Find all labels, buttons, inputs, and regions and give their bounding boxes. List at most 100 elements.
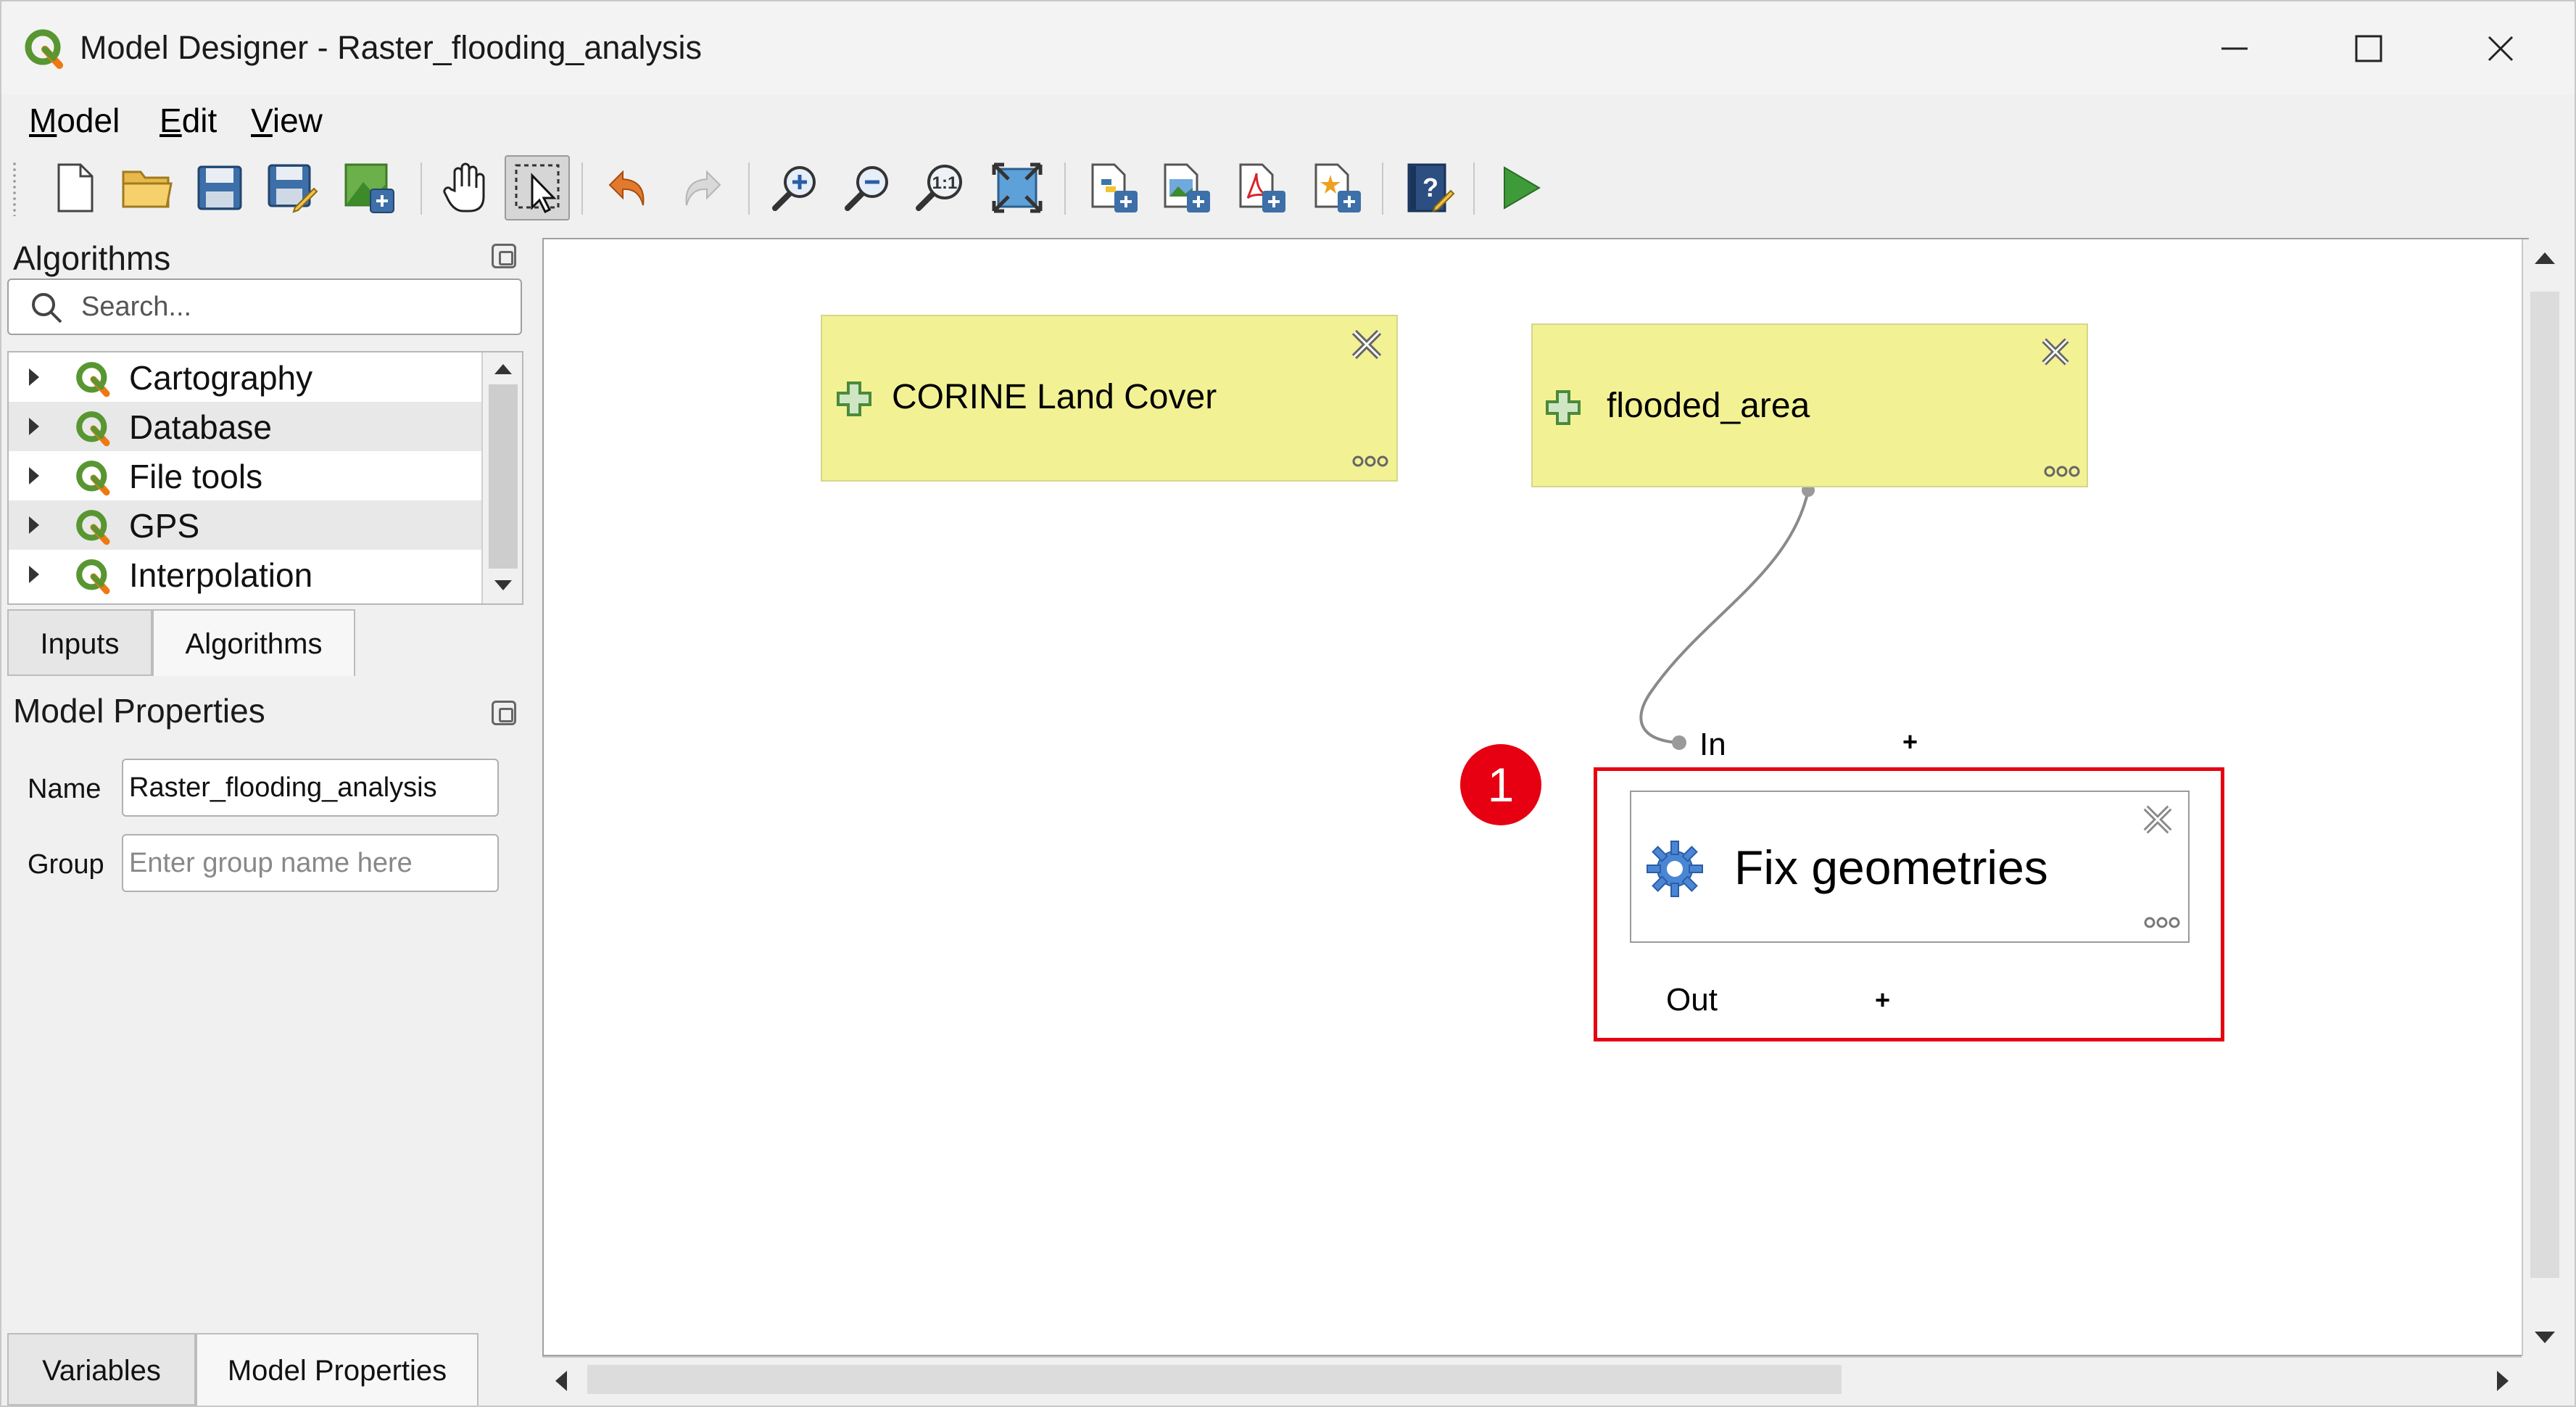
zoom-full-button[interactable]	[985, 155, 1050, 220]
menu-view[interactable]: View	[251, 100, 323, 141]
tab-variables[interactable]: Variables	[7, 1333, 196, 1406]
menu-edit[interactable]: Edit	[160, 100, 217, 141]
expand-arrow-icon[interactable]	[29, 566, 39, 583]
select-button[interactable]	[505, 155, 570, 220]
export-image-button[interactable]	[1153, 155, 1218, 220]
zoom-out-icon	[845, 166, 888, 211]
maximize-button[interactable]	[2322, 16, 2416, 81]
tree-scrollbar[interactable]	[481, 352, 522, 603]
scrollbar-thumb[interactable]	[489, 384, 518, 569]
remove-node-icon[interactable]	[1349, 326, 1385, 363]
model-canvas[interactable]: CORINE Land Cover flooded_area In + 1 Fi…	[542, 238, 2529, 1356]
toolbar-separator	[421, 162, 422, 215]
expand-arrow-icon[interactable]	[29, 467, 39, 484]
run-model-button[interactable]	[1488, 155, 1553, 220]
export-python-button[interactable]	[1080, 155, 1146, 220]
new-model-icon	[57, 163, 94, 213]
undo-icon	[608, 170, 645, 206]
menu-bar: Model Edit View	[1, 94, 2575, 145]
remove-node-icon[interactable]	[2039, 335, 2072, 368]
tab-model-properties[interactable]: Model Properties	[196, 1333, 479, 1406]
save-model-button[interactable]	[187, 155, 252, 220]
save-model-icon	[197, 165, 242, 210]
tree-item-label: Interpolation	[129, 556, 313, 594]
menu-model[interactable]: Model	[29, 100, 120, 141]
save-in-project-button[interactable]	[336, 155, 402, 220]
search-input[interactable]	[81, 289, 502, 325]
open-model-button[interactable]	[115, 155, 180, 220]
zoom-in-button[interactable]	[763, 155, 828, 220]
expand-arrow-icon[interactable]	[29, 368, 39, 386]
toolbar-separator	[748, 162, 750, 215]
qgis-provider-icon	[76, 461, 110, 496]
help-icon: ?	[1407, 163, 1455, 213]
input-plus-icon	[1546, 390, 1581, 425]
tree-item-gps[interactable]: GPS	[9, 500, 481, 550]
expand-arrow-icon[interactable]	[29, 516, 39, 534]
remove-node-icon[interactable]	[2140, 802, 2175, 837]
algorithm-node-fix-geometries[interactable]: Fix geometries	[1630, 791, 2190, 943]
tab-inputs[interactable]: Inputs	[7, 609, 152, 676]
node-options-icon[interactable]	[2143, 915, 2181, 930]
pan-button[interactable]	[432, 155, 497, 220]
close-button[interactable]	[2453, 16, 2548, 81]
add-input-plus-icon[interactable]: +	[1902, 727, 1918, 757]
new-model-button[interactable]	[42, 155, 107, 220]
tree-item-label: Database	[129, 408, 272, 446]
scroll-down-icon[interactable]	[2533, 1330, 2556, 1345]
input-node-flooded-area[interactable]: flooded_area	[1531, 323, 2088, 487]
zoom-out-button[interactable]	[835, 155, 900, 220]
scroll-left-icon[interactable]	[554, 1369, 568, 1392]
tree-item-cartography[interactable]: Cartography	[9, 352, 481, 402]
float-panel-icon[interactable]	[492, 701, 516, 725]
expand-arrow-icon[interactable]	[29, 418, 39, 435]
toolbar-separator	[581, 162, 583, 215]
title-bar: Model Designer - Raster_flooding_analysi…	[1, 1, 2575, 94]
tab-algorithms[interactable]: Algorithms	[152, 609, 355, 676]
tree-item-file-tools[interactable]: File tools	[9, 451, 481, 500]
help-button[interactable]: ?	[1396, 155, 1462, 220]
model-properties-title: Model Properties	[13, 692, 265, 730]
float-panel-icon[interactable]	[492, 244, 516, 268]
maximize-icon	[2355, 35, 2382, 62]
algorithm-node-label: Fix geometries	[1734, 841, 2048, 894]
pan-icon	[443, 162, 485, 213]
export-pdf-button[interactable]	[1228, 155, 1293, 220]
node-options-icon[interactable]	[2043, 464, 2081, 479]
minimize-icon	[2221, 47, 2248, 50]
minimize-button[interactable]	[2187, 16, 2282, 81]
canvas-horizontal-scrollbar[interactable]	[542, 1356, 2522, 1401]
scroll-up-icon[interactable]	[2533, 251, 2556, 265]
node-options-icon[interactable]	[1351, 454, 1389, 469]
scroll-up-icon[interactable]	[493, 363, 513, 376]
window-title: Model Designer - Raster_flooding_analysi…	[80, 29, 702, 66]
zoom-actual-button[interactable]: 1:1	[908, 155, 973, 220]
group-label: Group	[28, 849, 104, 880]
scroll-right-icon[interactable]	[2496, 1369, 2510, 1392]
close-icon	[2488, 36, 2514, 62]
redo-button[interactable]	[668, 155, 734, 220]
model-designer-window: Model Designer - Raster_flooding_analysi…	[0, 0, 2576, 1407]
qgis-provider-icon	[76, 510, 110, 545]
model-name-field[interactable]	[122, 759, 499, 817]
tree-item-database[interactable]: Database	[9, 402, 481, 451]
qgis-provider-icon	[76, 559, 110, 595]
algorithm-tree: Cartography Database File tools GPS Inte	[7, 351, 523, 605]
undo-button[interactable]	[596, 155, 661, 220]
input-node-corine[interactable]: CORINE Land Cover	[821, 315, 1398, 482]
scrollbar-thumb[interactable]	[587, 1365, 1842, 1394]
toolbar-separator	[1473, 162, 1475, 215]
save-as-button[interactable]	[260, 155, 325, 220]
algorithms-panel-title: Algorithms	[13, 239, 171, 277]
model-group-field[interactable]	[122, 834, 499, 892]
toolbar-grip[interactable]	[12, 161, 17, 216]
add-output-plus-icon[interactable]: +	[1875, 985, 1890, 1015]
export-svg-button[interactable]	[1304, 155, 1369, 220]
tree-item-label: Cartography	[129, 359, 313, 397]
qgis-provider-icon	[76, 411, 110, 447]
search-box	[7, 278, 522, 335]
canvas-vertical-scrollbar[interactable]	[2522, 239, 2567, 1356]
scroll-down-icon[interactable]	[493, 579, 513, 592]
tree-item-interpolation[interactable]: Interpolation	[9, 550, 481, 599]
scrollbar-thumb[interactable]	[2530, 292, 2559, 1278]
